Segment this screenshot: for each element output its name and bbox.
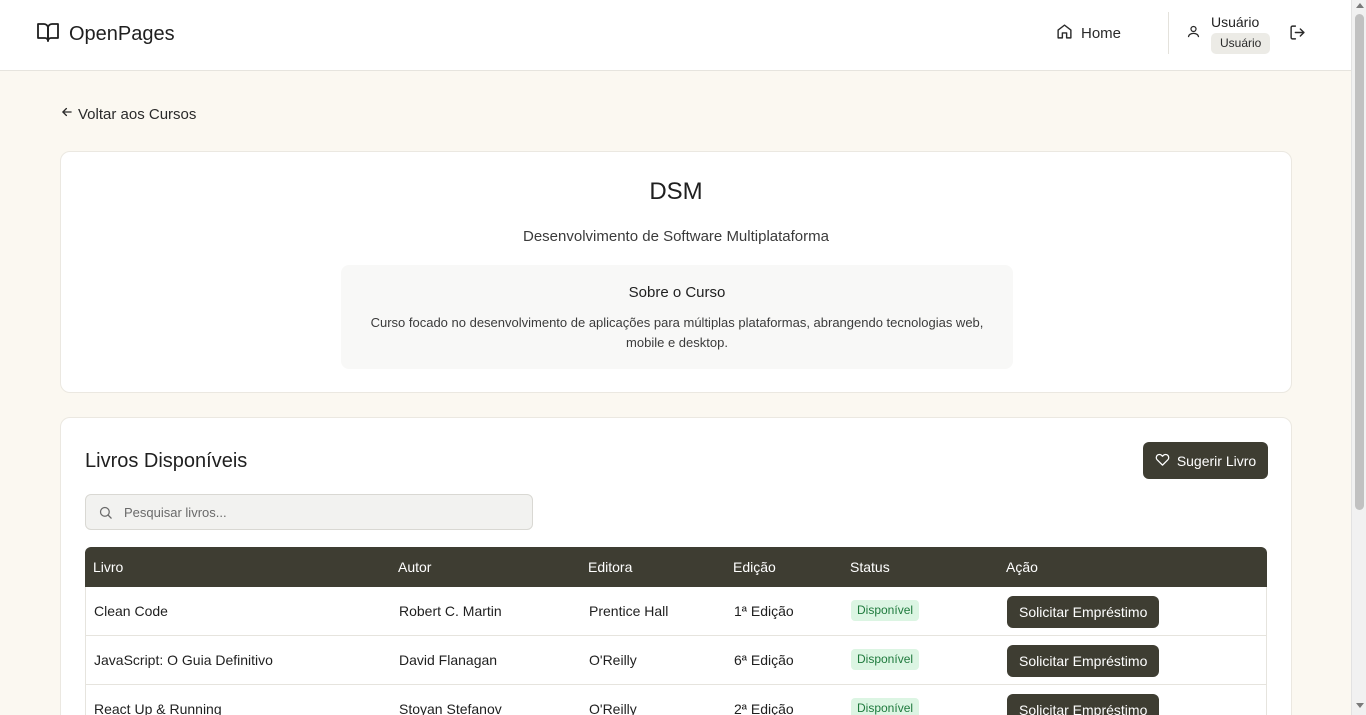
book-edition: 1ª Edição <box>734 603 794 619</box>
house-icon <box>1056 23 1073 44</box>
status-badge: Disponível <box>851 649 920 670</box>
table-row: Clean Code Robert C. Martin Prentice Hal… <box>85 587 1267 636</box>
back-link-label: Voltar aos Cursos <box>78 105 197 123</box>
status-badge: Disponível <box>851 600 920 621</box>
arrow-left-icon <box>60 105 74 123</box>
book-search-box <box>85 494 533 530</box>
available-books-card: Livros Disponíveis Sugerir Livro Livro A… <box>60 417 1292 715</box>
book-author: Robert C. Martin <box>399 603 502 619</box>
top-navigation-bar: OpenPages Home Usuário Usuário <box>0 0 1351 71</box>
request-loan-button[interactable]: Solicitar Empréstimo <box>1007 596 1160 628</box>
brand-name: OpenPages <box>69 23 175 45</box>
user-info: Usuário Usuário <box>1211 14 1271 54</box>
request-loan-button[interactable]: Solicitar Empréstimo <box>1007 645 1160 677</box>
books-section-title: Livros Disponíveis <box>85 450 248 472</box>
nav-home-link[interactable]: Home <box>1056 23 1121 44</box>
nav-home-label: Home <box>1081 25 1122 42</box>
about-course-text: Curso focado no desenvolvimento de aplic… <box>370 315 984 350</box>
book-title: Clean Code <box>94 603 168 619</box>
heart-icon <box>1155 452 1170 470</box>
status-badge: Disponível <box>851 698 920 715</box>
logout-icon <box>1289 25 1306 45</box>
header-divider <box>1168 12 1169 54</box>
vertical-scrollbar[interactable] <box>1351 0 1366 715</box>
column-header-book[interactable]: Livro <box>93 559 123 575</box>
brand-logo[interactable]: OpenPages <box>36 20 175 49</box>
user-icon <box>1186 24 1201 44</box>
course-name: Desenvolvimento de Software Multiplatafo… <box>523 228 829 245</box>
book-edition: 6ª Edição <box>734 652 794 668</box>
book-author: Stoyan Stefanov <box>399 701 502 715</box>
book-publisher: Prentice Hall <box>589 603 669 619</box>
column-header-publisher[interactable]: Editora <box>588 559 632 575</box>
column-header-author[interactable]: Autor <box>398 559 431 575</box>
logout-button[interactable] <box>1289 24 1306 46</box>
course-code: DSM <box>649 178 703 205</box>
book-publisher: O'Reilly <box>589 652 637 668</box>
book-publisher: O'Reilly <box>589 701 637 715</box>
column-header-edition[interactable]: Edição <box>733 559 776 575</box>
suggest-book-button[interactable]: Sugerir Livro <box>1143 442 1268 479</box>
book-title: React Up & Running <box>94 701 222 715</box>
user-name: Usuário <box>1211 14 1260 30</box>
course-info-card: DSM Desenvolvimento de Software Multipla… <box>60 151 1292 393</box>
about-course-title: Sobre o Curso <box>628 284 726 301</box>
user-menu[interactable]: Usuário Usuário <box>1186 14 1271 54</box>
about-course-box: Sobre o Curso Curso focado no desenvolvi… <box>341 265 1013 369</box>
book-edition: 2ª Edição <box>734 701 794 715</box>
book-search-input[interactable] <box>124 495 524 529</box>
table-row: JavaScript: O Guia Definitivo David Flan… <box>85 636 1267 685</box>
back-to-courses-link[interactable]: Voltar aos Cursos <box>60 105 196 123</box>
column-header-status[interactable]: Status <box>850 559 890 575</box>
book-author: David Flanagan <box>399 652 498 668</box>
table-row: React Up & Running Stoyan Stefanov O'Rei… <box>85 685 1267 715</box>
books-table: Livro Autor Editora Edição Status Ação C… <box>85 547 1267 715</box>
suggest-book-label: Sugerir Livro <box>1176 452 1257 469</box>
table-header: Livro Autor Editora Edição Status Ação <box>85 547 1267 587</box>
scroll-down-arrow-icon[interactable] <box>1356 703 1364 708</box>
book-title: JavaScript: O Guia Definitivo <box>94 652 273 668</box>
column-header-action: Ação <box>1006 559 1038 575</box>
scroll-up-arrow-icon[interactable] <box>1356 3 1364 8</box>
request-loan-button[interactable]: Solicitar Empréstimo <box>1007 694 1160 715</box>
scrollbar-thumb[interactable] <box>1355 14 1364 510</box>
open-book-icon <box>36 20 60 49</box>
user-role-badge: Usuário <box>1211 33 1271 54</box>
